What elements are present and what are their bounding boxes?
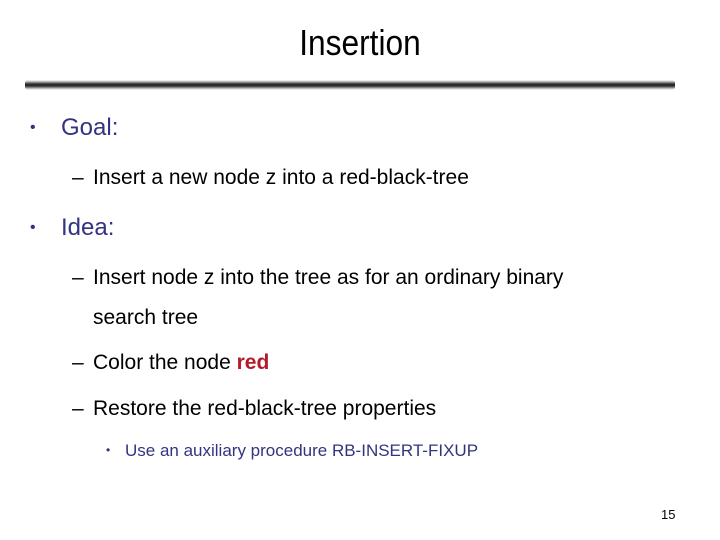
bullet-icon: • <box>30 119 36 136</box>
emphasis-red: red <box>236 351 270 374</box>
sub-item-restore-properties: – Restore the red-black-tree properties <box>72 397 436 421</box>
sub-sub-item-text: Use an auxiliary procedure RB-INSERT-FIX… <box>125 441 479 460</box>
sub-item-insert-new-node: – Insert a new node z into a red-black-tr… <box>72 166 469 190</box>
sub-sub-item-fixup: • Use an auxiliary procedure RB-INSERT-FI… <box>106 441 478 461</box>
sub-item-color-node: – Color the node red <box>72 351 269 375</box>
sub-item-insert-node-continuation: search tree <box>93 306 199 329</box>
bullet-goal: • Goal: <box>30 114 118 142</box>
slide-title: Insertion <box>299 22 421 63</box>
bullet-idea: • Idea: <box>30 214 114 242</box>
bullet-label: Goal: <box>61 114 119 141</box>
sub-item-text: Insert a new node z into a red-black-tre… <box>93 166 469 189</box>
dash-icon: – <box>72 166 84 189</box>
title-divider <box>25 80 675 90</box>
dash-icon: – <box>72 266 84 289</box>
sub-item-insert-node: – Insert node z into the tree as for an o… <box>72 266 563 290</box>
sub-item-text: Restore the red-black-tree properties <box>93 397 437 420</box>
sub-item-text: Color the node <box>93 351 237 374</box>
bullet-icon: • <box>106 443 111 457</box>
sub-item-text: Insert node z into the tree as for an or… <box>93 266 564 289</box>
dash-icon: – <box>72 351 84 374</box>
page-number: 15 <box>661 507 676 522</box>
bullet-icon: • <box>30 219 36 236</box>
dash-icon: – <box>72 397 84 420</box>
bullet-label: Idea: <box>61 214 115 241</box>
